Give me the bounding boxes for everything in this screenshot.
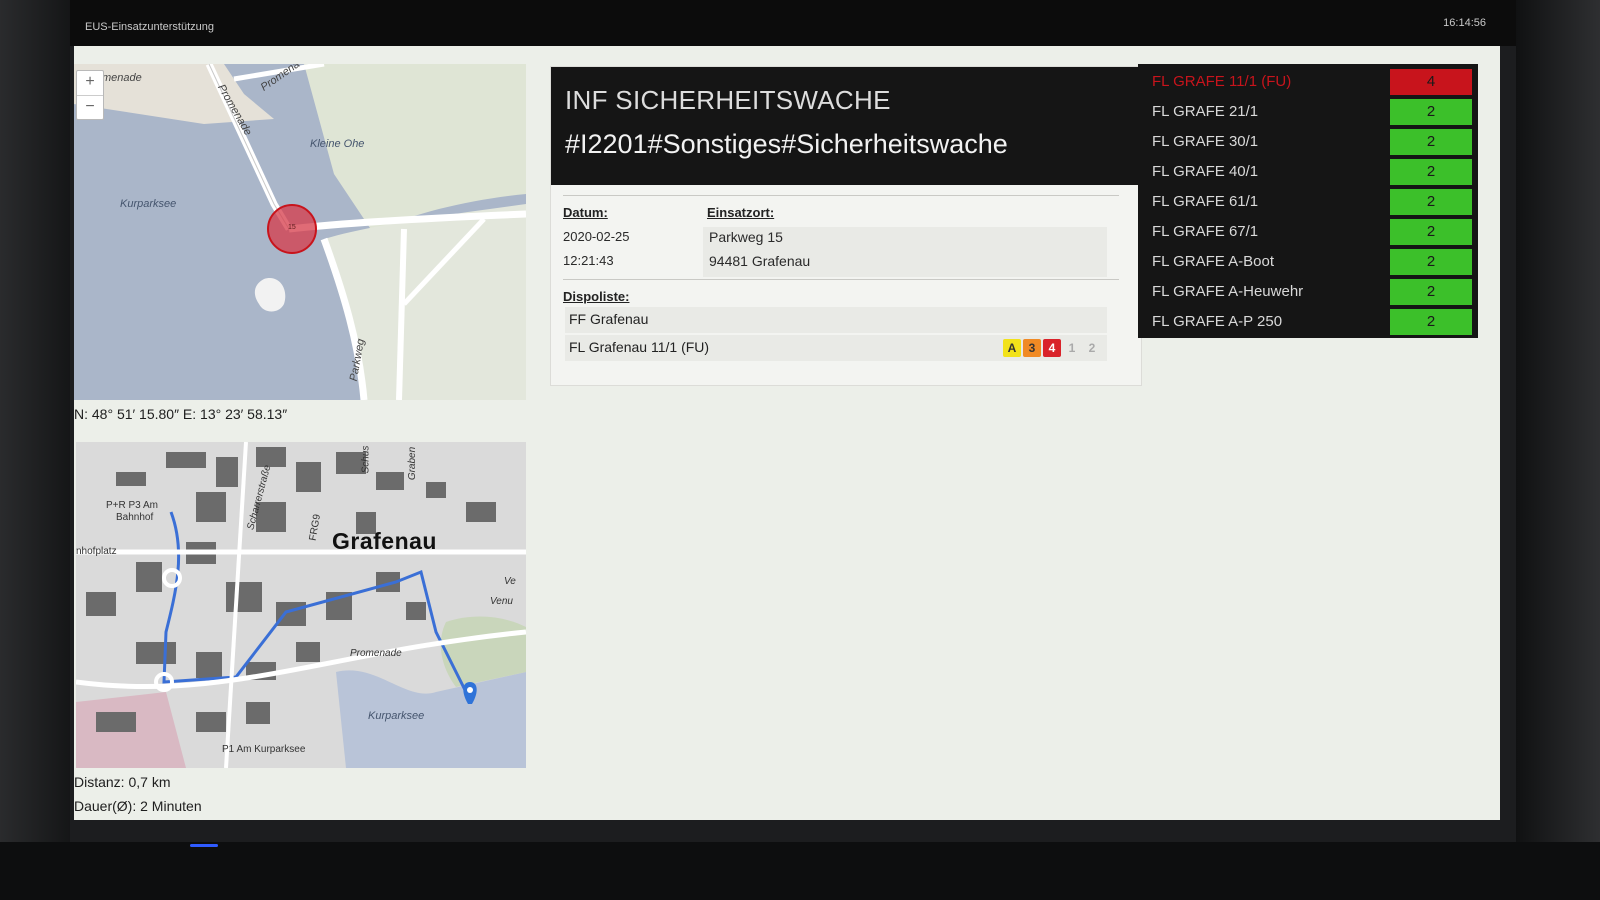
- map-label-kleine-ohe: Kleine Ohe: [310, 138, 365, 150]
- unit-row[interactable]: FL GRAFE A-P 250 2: [1144, 308, 1476, 336]
- incident-city: 94481 Grafenau: [709, 253, 811, 269]
- map-town-label: Grafenau: [332, 528, 437, 554]
- incident-time: 12:21:43: [563, 253, 614, 268]
- unit-status: 2: [1390, 219, 1472, 245]
- unit-status: 4: [1390, 69, 1472, 95]
- unit-name: FL GRAFE 40/1: [1152, 163, 1259, 180]
- dispo-label: Dispoliste:: [563, 289, 630, 304]
- unit-status: 2: [1390, 129, 1472, 155]
- dispo-item[interactable]: FL Grafenau 11/1 (FU) A3412: [565, 335, 1107, 361]
- map-label-graben: Graben: [407, 446, 419, 481]
- incident-header: INF SICHERHEITSWACHE #I2201#Sonstiges#Si…: [551, 67, 1141, 185]
- dashboard: Kleine Ohe Kurparksee menade Promena Pro…: [74, 46, 1500, 820]
- incident-marker-label: 15: [288, 224, 296, 231]
- power-led: [190, 844, 218, 847]
- map-label-kurparksee-route: Kurparksee: [368, 710, 425, 722]
- incident-location-map[interactable]: Kleine Ohe Kurparksee menade Promena Pro…: [74, 64, 526, 400]
- map-label-bahnhof: Bahnhof: [116, 512, 154, 523]
- map-label-pr: P+R P3 Am: [106, 500, 158, 511]
- unit-row[interactable]: FL GRAFE 40/1 2: [1144, 158, 1476, 186]
- divider: [563, 279, 1119, 280]
- unit-status: 2: [1390, 279, 1472, 305]
- incident-date: 2020-02-25: [563, 229, 630, 244]
- zoom-out-button[interactable]: −: [77, 95, 103, 120]
- map-label-venu: Venu: [490, 596, 513, 607]
- incident-code: #I2201#Sonstiges#Sicherheitswache: [565, 129, 1008, 159]
- unit-status: 2: [1390, 189, 1472, 215]
- coordinates-readout: N: 48° 51′ 15.80″ E: 13° 23′ 58.13″: [74, 406, 288, 422]
- unit-name: FL GRAFE A-Boot: [1152, 253, 1274, 270]
- map-graphics: [74, 64, 526, 400]
- route-map-graphics: [76, 442, 526, 768]
- route-duration: Dauer(Ø): 2 Minuten: [74, 798, 202, 814]
- map-label-p1: P1 Am Kurparksee: [222, 744, 306, 755]
- unit-name: FL GRAFE 30/1: [1152, 133, 1259, 150]
- unit-status: 2: [1390, 159, 1472, 185]
- status-box: 3: [1023, 339, 1041, 357]
- monitor-bezel-bottom: [0, 842, 1600, 900]
- unit-status-list: FL GRAFE 11/1 (FU) 4 FL GRAFE 21/1 2 FL GRAF…: [1138, 64, 1478, 338]
- unit-name: FL GRAFE 11/1 (FU): [1152, 73, 1292, 90]
- monitor-bezel-right: [1516, 0, 1600, 900]
- unit-name: FL GRAFE A-Heuwehr: [1152, 283, 1304, 300]
- unit-status: 2: [1390, 309, 1472, 335]
- route-map[interactable]: Grafenau P+R P3 Am Bahnhof nhofplatz Kur…: [76, 442, 526, 768]
- unit-row[interactable]: FL GRAFE 21/1 2: [1144, 98, 1476, 126]
- map-label-promenade: menade: [102, 72, 142, 84]
- status-box: A: [1003, 339, 1021, 357]
- dispo-item-name: FF Grafenau: [569, 311, 649, 327]
- unit-status: 2: [1390, 249, 1472, 275]
- zoom-in-button[interactable]: +: [77, 71, 103, 95]
- incident-street: Parkweg 15: [709, 229, 783, 245]
- unit-row[interactable]: FL GRAFE A-Heuwehr 2: [1144, 278, 1476, 306]
- dispo-item-name: FL Grafenau 11/1 (FU): [569, 339, 710, 355]
- map-label-kurparksee: Kurparksee: [120, 198, 177, 210]
- unit-name: FL GRAFE 61/1: [1152, 193, 1259, 210]
- unit-row[interactable]: FL GRAFE 30/1 2: [1144, 128, 1476, 156]
- unit-name: FL GRAFE A-P 250: [1152, 313, 1283, 330]
- map-label-schus: Schus: [360, 445, 372, 474]
- dispo-item[interactable]: FF Grafenau: [565, 307, 1107, 333]
- unit-row[interactable]: FL GRAFE 61/1 2: [1144, 188, 1476, 216]
- map-label-promenade-route: Promenade: [350, 648, 402, 659]
- date-label: Datum:: [563, 205, 608, 220]
- route-distance: Distanz: 0,7 km: [74, 774, 171, 790]
- location-label: Einsatzort:: [707, 205, 775, 220]
- unit-row[interactable]: FL GRAFE A-Boot 2: [1144, 248, 1476, 276]
- unit-status: 2: [1390, 99, 1472, 125]
- incident-type: INF SICHERHEITSWACHE: [565, 85, 891, 115]
- map-label-bahnhofplatz: nhofplatz: [76, 546, 117, 557]
- status-box: 2: [1088, 341, 1096, 355]
- incident-card: INF SICHERHEITSWACHE #I2201#Sonstiges#Si…: [550, 66, 1142, 386]
- unit-row[interactable]: FL GRAFE 11/1 (FU) 4: [1144, 68, 1476, 96]
- unit-status-indicators: A3412: [1001, 339, 1101, 357]
- unit-name: FL GRAFE 21/1: [1152, 103, 1259, 120]
- unit-name: FL GRAFE 67/1: [1152, 223, 1259, 240]
- app-title: EUS-Einsatzunterstützung: [85, 21, 215, 33]
- clock: 16:14:56: [1443, 17, 1486, 29]
- app-titlebar: EUS-Einsatzunterstützung 16:14:56: [70, 0, 1516, 46]
- map-zoom-control: + −: [76, 70, 104, 120]
- status-box: 1: [1068, 341, 1076, 355]
- divider: [563, 195, 1119, 196]
- monitor-bezel-left: [0, 0, 70, 900]
- status-box: 4: [1043, 339, 1061, 357]
- unit-row[interactable]: FL GRAFE 67/1 2: [1144, 218, 1476, 246]
- map-label-ve: Ve: [504, 576, 516, 587]
